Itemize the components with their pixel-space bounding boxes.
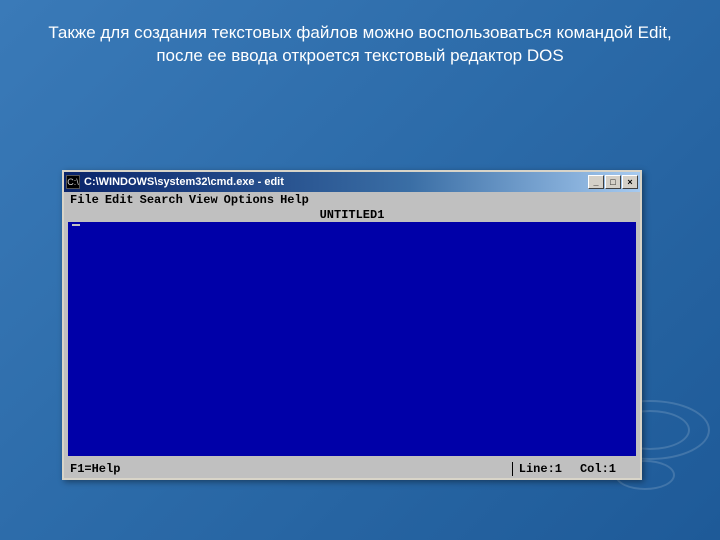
- status-help-hint: F1=Help: [70, 462, 506, 476]
- window-title: C:\WINDOWS\system32\cmd.exe - edit: [84, 176, 588, 188]
- text-cursor-icon: [72, 224, 80, 226]
- menu-file[interactable]: File: [70, 193, 99, 207]
- document-title: UNTITLED1: [320, 208, 385, 222]
- menu-view[interactable]: View: [189, 193, 218, 207]
- menu-options[interactable]: Options: [224, 193, 274, 207]
- editor-text-area[interactable]: [64, 222, 640, 456]
- maximize-button[interactable]: □: [605, 175, 621, 189]
- window-controls: _ □ ×: [588, 175, 638, 189]
- menu-help[interactable]: Help: [280, 193, 309, 207]
- menu-edit[interactable]: Edit: [105, 193, 134, 207]
- close-button[interactable]: ×: [622, 175, 638, 189]
- cmd-edit-window: C:\ C:\WINDOWS\system32\cmd.exe - edit _…: [62, 170, 642, 480]
- window-titlebar[interactable]: C:\ C:\WINDOWS\system32\cmd.exe - edit _…: [64, 172, 640, 192]
- status-col: Col:1: [580, 462, 616, 476]
- menu-search[interactable]: Search: [140, 193, 183, 207]
- slide-caption: Также для создания текстовых файлов можн…: [0, 0, 720, 68]
- minimize-button[interactable]: _: [588, 175, 604, 189]
- document-title-bar: UNTITLED1: [64, 208, 640, 222]
- system-menu-icon[interactable]: C:\: [66, 175, 80, 189]
- status-divider: [512, 462, 513, 476]
- status-bar: F1=Help Line:1 Col:1: [64, 460, 640, 478]
- menu-bar: File Edit Search View Options Help: [64, 192, 640, 208]
- status-line: Line:1: [519, 462, 562, 476]
